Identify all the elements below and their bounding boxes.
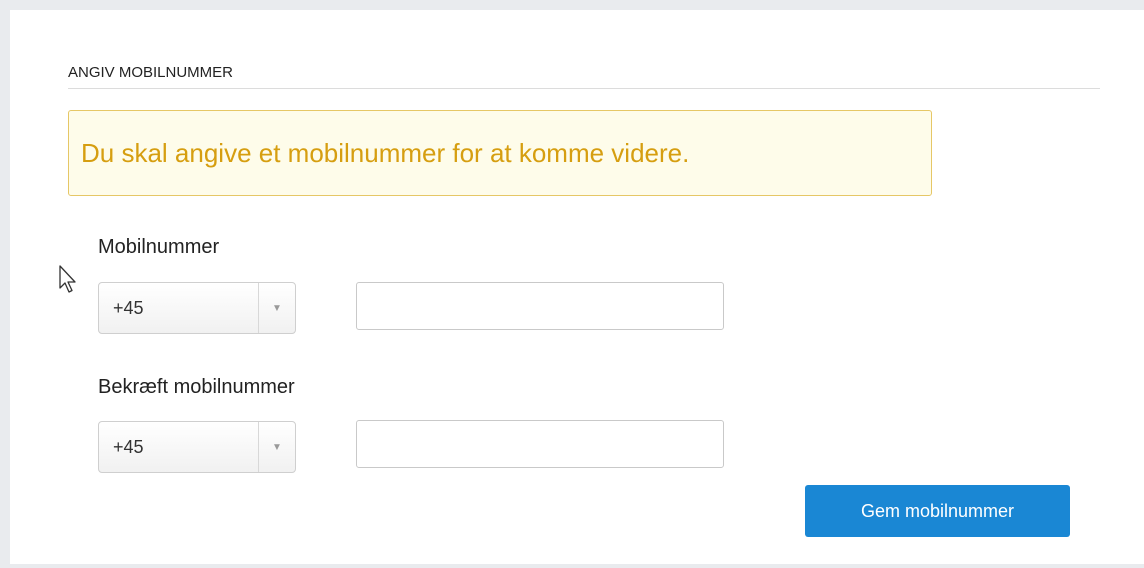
confirm-country-code-value: +45 (113, 436, 144, 457)
warning-alert: Du skal angive et mobilnummer for at kom… (68, 110, 932, 196)
alert-message: Du skal angive et mobilnummer for at kom… (81, 137, 690, 168)
mobile-number-input[interactable] (356, 282, 724, 330)
mobile-number-label: Mobilnummer (98, 236, 220, 258)
confirm-country-code-select[interactable]: +45 ▼ (98, 421, 296, 473)
save-mobile-number-button[interactable]: Gem mobilnummer (805, 485, 1070, 537)
chevron-down-icon[interactable]: ▼ (258, 283, 295, 333)
mobile-country-code-value: +45 (113, 297, 144, 318)
confirm-mobile-number-input[interactable] (356, 420, 724, 468)
chevron-down-icon[interactable]: ▼ (258, 422, 295, 472)
mobile-country-code-select[interactable]: +45 ▼ (98, 282, 296, 334)
heading-divider (68, 88, 1100, 89)
mouse-pointer-icon (58, 264, 78, 299)
confirm-mobile-number-label: Bekræft mobilnummer (98, 376, 295, 398)
section-heading: ANGIV MOBILNUMMER (68, 64, 234, 81)
mobile-number-panel: ANGIV MOBILNUMMER Du skal angive et mobi… (10, 10, 1144, 564)
